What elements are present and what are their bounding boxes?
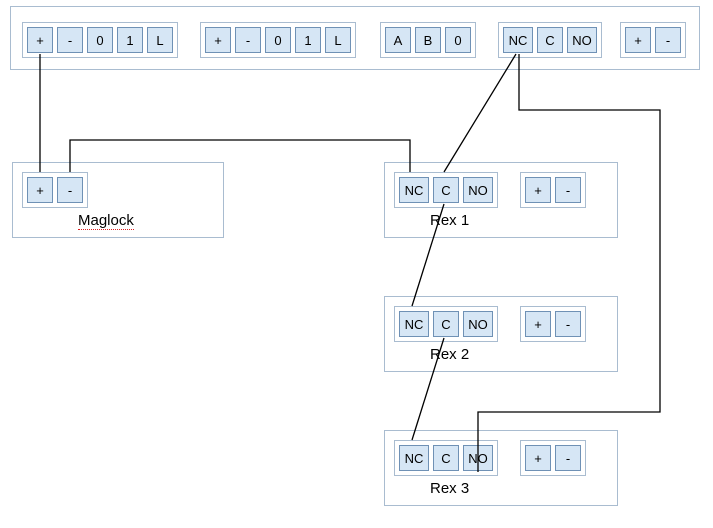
terminal: 0	[265, 27, 291, 53]
rex1-label: Rex 1	[430, 212, 469, 229]
terminal: 0	[87, 27, 113, 53]
top-group-4: NC C NO	[498, 22, 602, 58]
terminal: C	[433, 311, 459, 337]
terminal: C	[537, 27, 563, 53]
terminal: NC	[399, 311, 429, 337]
terminal: NC	[399, 177, 429, 203]
maglock-label: Maglock	[78, 212, 134, 229]
terminal: +	[27, 27, 53, 53]
rex2-label: Rex 2	[430, 346, 469, 363]
terminal: 0	[445, 27, 471, 53]
terminal: -	[57, 177, 83, 203]
maglock-terminals: + -	[22, 172, 88, 208]
rex2-power: + -	[520, 306, 586, 342]
terminal: NO	[463, 177, 493, 203]
terminal: NO	[463, 311, 493, 337]
terminal: -	[235, 27, 261, 53]
terminal: A	[385, 27, 411, 53]
terminal: -	[555, 445, 581, 471]
terminal: 1	[117, 27, 143, 53]
terminal: +	[625, 27, 651, 53]
terminal: B	[415, 27, 441, 53]
top-group-5: + -	[620, 22, 686, 58]
terminal: -	[555, 177, 581, 203]
terminal: -	[555, 311, 581, 337]
terminal: C	[433, 445, 459, 471]
terminal: L	[147, 27, 173, 53]
terminal: +	[525, 177, 551, 203]
terminal: NO	[463, 445, 493, 471]
terminal: C	[433, 177, 459, 203]
terminal: 1	[295, 27, 321, 53]
diagram-stage: + - 0 1 L + - 0 1 L A B 0 NC C NO + - + …	[0, 0, 713, 528]
terminal: NC	[399, 445, 429, 471]
terminal: -	[655, 27, 681, 53]
rex3-label: Rex 3	[430, 480, 469, 497]
terminal: NC	[503, 27, 533, 53]
terminal: +	[525, 445, 551, 471]
terminal: +	[205, 27, 231, 53]
top-group-3: A B 0	[380, 22, 476, 58]
top-group-2: + - 0 1 L	[200, 22, 356, 58]
terminal: +	[525, 311, 551, 337]
rex3-relay: NC C NO	[394, 440, 498, 476]
rex1-power: + -	[520, 172, 586, 208]
top-group-1: + - 0 1 L	[22, 22, 178, 58]
terminal: NO	[567, 27, 597, 53]
rex2-relay: NC C NO	[394, 306, 498, 342]
terminal: +	[27, 177, 53, 203]
rex1-relay: NC C NO	[394, 172, 498, 208]
terminal: -	[57, 27, 83, 53]
rex3-power: + -	[520, 440, 586, 476]
terminal: L	[325, 27, 351, 53]
